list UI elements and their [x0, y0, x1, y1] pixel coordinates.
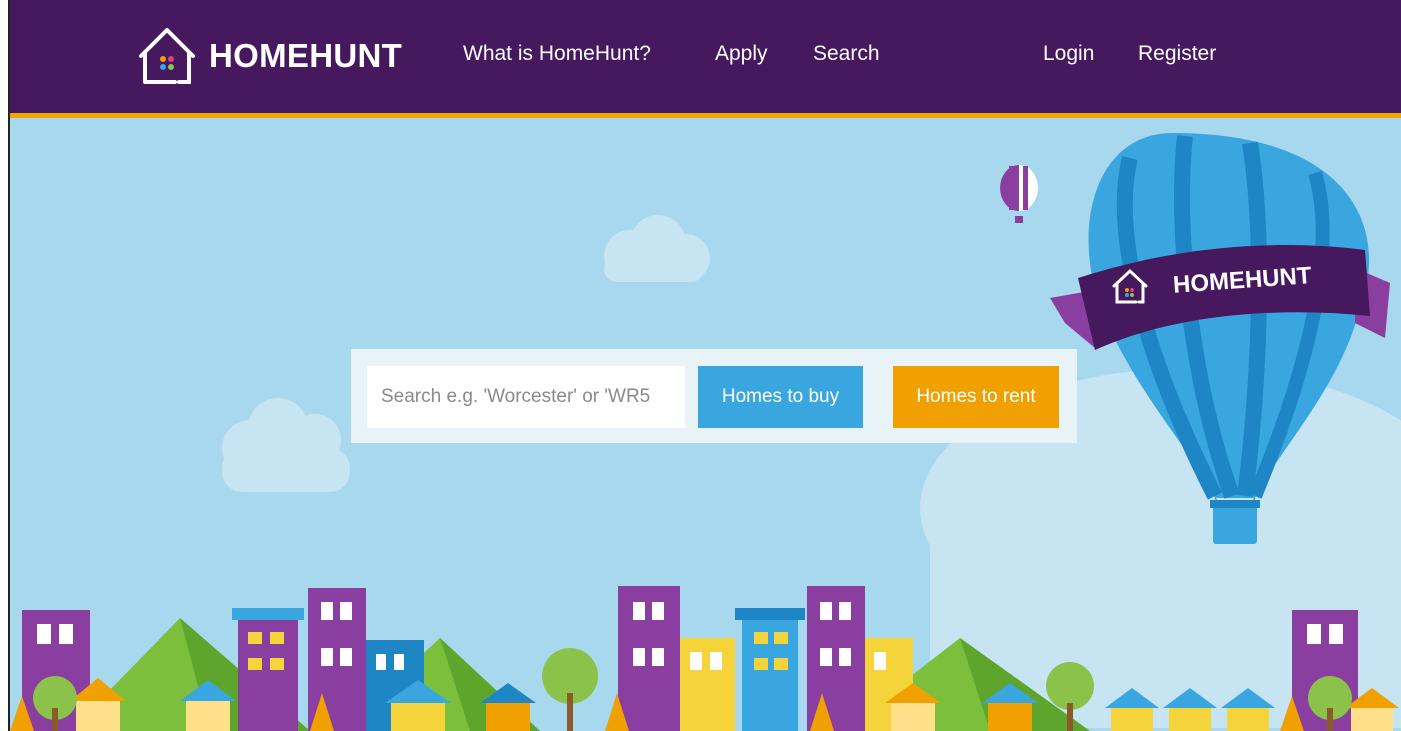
- nav-register[interactable]: Register: [1138, 42, 1216, 66]
- page-left-border: [8, 0, 10, 731]
- nav-what-is-homehunt[interactable]: What is HomeHunt?: [463, 42, 651, 66]
- homes-to-rent-button[interactable]: Homes to rent: [893, 366, 1059, 428]
- page: HOMEHUNT What is HomeHunt? Apply Search …: [0, 0, 1401, 731]
- homehunt-logo-link[interactable]: HOMEHUNT: [135, 20, 425, 92]
- small-balloon: [1000, 165, 1038, 223]
- nav-search[interactable]: Search: [813, 42, 880, 66]
- cloud-small-left: [222, 398, 350, 492]
- nav-login[interactable]: Login: [1043, 42, 1094, 66]
- location-search-input[interactable]: [367, 366, 685, 428]
- brand-name: HOMEHUNT: [209, 37, 403, 74]
- cloud-small-top: [604, 215, 710, 282]
- house-logo-icon: [139, 28, 195, 84]
- homes-to-buy-button[interactable]: Homes to buy: [698, 366, 863, 428]
- nav-apply[interactable]: Apply: [715, 42, 768, 66]
